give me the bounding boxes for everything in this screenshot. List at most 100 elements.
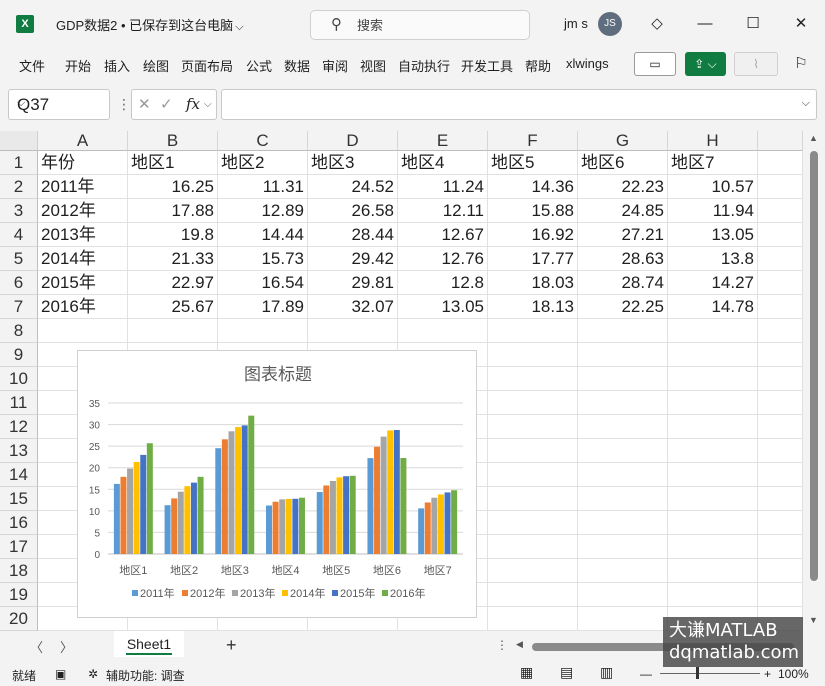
cell[interactable]: 地区7: [668, 151, 758, 175]
zoom-level[interactable]: 100%: [778, 667, 809, 681]
clustered-column-chart[interactable]: 图表标题 0 5 10 15 20 25 30 35 地区1 地区2 地区3 地区4 地区5 地区6 地区7 2…: [77, 350, 477, 618]
cell[interactable]: [488, 463, 578, 487]
row-header-4[interactable]: 4: [0, 223, 38, 247]
menu-review[interactable]: 审阅: [322, 56, 348, 75]
add-sheet-button[interactable]: +: [226, 635, 237, 656]
cell[interactable]: 12.67: [398, 223, 488, 247]
cell[interactable]: [758, 223, 803, 247]
more-options-icon[interactable]: ⋮: [117, 96, 131, 113]
cell[interactable]: 12.8: [398, 271, 488, 295]
cell[interactable]: [488, 391, 578, 415]
cell[interactable]: 25.67: [128, 295, 218, 319]
cell[interactable]: [758, 487, 803, 511]
cell[interactable]: [488, 487, 578, 511]
cell[interactable]: 2015年: [38, 271, 128, 295]
cell[interactable]: 2016年: [38, 295, 128, 319]
cell[interactable]: 28.44: [308, 223, 398, 247]
cell[interactable]: [38, 319, 128, 343]
row-header-8[interactable]: 8: [0, 319, 38, 343]
cell[interactable]: 2011年: [38, 175, 128, 199]
cell[interactable]: [488, 607, 578, 631]
zoom-out-icon[interactable]: —: [640, 667, 652, 681]
tab-options-icon[interactable]: ⋮: [496, 638, 508, 652]
formula-input[interactable]: ⌵: [221, 89, 817, 120]
row-header-16[interactable]: 16: [0, 511, 38, 535]
cell[interactable]: [398, 319, 488, 343]
cell[interactable]: [578, 583, 668, 607]
column-header-d[interactable]: D: [308, 131, 398, 151]
menu-insert[interactable]: 插入: [104, 56, 130, 75]
cell[interactable]: 2014年: [38, 247, 128, 271]
cell[interactable]: 15.73: [218, 247, 308, 271]
cell[interactable]: 17.77: [488, 247, 578, 271]
menu-help[interactable]: 帮助: [525, 56, 551, 75]
cell[interactable]: [578, 607, 668, 631]
cell[interactable]: 地区2: [218, 151, 308, 175]
vertical-scrollbar[interactable]: ▲ ▼: [803, 131, 825, 631]
avatar[interactable]: JS: [598, 12, 622, 36]
column-header-e[interactable]: E: [398, 131, 488, 151]
cell[interactable]: [758, 415, 803, 439]
cell[interactable]: [758, 319, 803, 343]
cell[interactable]: 14.44: [218, 223, 308, 247]
cell[interactable]: 18.03: [488, 271, 578, 295]
row-header-1[interactable]: 1: [0, 151, 38, 175]
cell[interactable]: [488, 559, 578, 583]
row-header-11[interactable]: 11: [0, 391, 38, 415]
cell[interactable]: [488, 511, 578, 535]
accessibility-status[interactable]: 辅助功能: 调查: [106, 667, 185, 684]
cell[interactable]: 21.33: [128, 247, 218, 271]
cell[interactable]: 地区5: [488, 151, 578, 175]
cell[interactable]: [758, 511, 803, 535]
cell[interactable]: [758, 439, 803, 463]
menu-page-layout[interactable]: 页面布局: [181, 56, 233, 75]
row-header-15[interactable]: 15: [0, 487, 38, 511]
cell[interactable]: 13.8: [668, 247, 758, 271]
cell[interactable]: [128, 319, 218, 343]
cell[interactable]: [758, 175, 803, 199]
row-header-2[interactable]: 2: [0, 175, 38, 199]
cell[interactable]: 12.11: [398, 199, 488, 223]
cell[interactable]: 26.58: [308, 199, 398, 223]
zoom-in-icon[interactable]: +: [764, 667, 771, 681]
cell[interactable]: [488, 319, 578, 343]
cell[interactable]: 年份: [38, 151, 128, 175]
cell[interactable]: 18.13: [488, 295, 578, 319]
check-icon[interactable]: ✓: [160, 95, 173, 113]
sheet-tab-sheet1[interactable]: Sheet1: [114, 631, 184, 657]
prev-sheet-icon[interactable]: 〈: [30, 637, 43, 656]
cell[interactable]: [488, 439, 578, 463]
row-header-10[interactable]: 10: [0, 367, 38, 391]
zoom-slider[interactable]: [660, 673, 760, 674]
cell[interactable]: [488, 343, 578, 367]
cell[interactable]: [668, 343, 758, 367]
cell[interactable]: 16.54: [218, 271, 308, 295]
cell[interactable]: 22.25: [578, 295, 668, 319]
menu-data[interactable]: 数据: [284, 56, 310, 75]
cell[interactable]: [578, 535, 668, 559]
name-box[interactable]: Q37 ⌵: [8, 89, 110, 120]
copilot-icon[interactable]: ⚐: [786, 50, 816, 78]
cell[interactable]: [488, 583, 578, 607]
row-header-12[interactable]: 12: [0, 415, 38, 439]
row-header-9[interactable]: 9: [0, 343, 38, 367]
cell[interactable]: 10.57: [668, 175, 758, 199]
page-break-view-icon[interactable]: ▥: [600, 664, 613, 681]
cell[interactable]: [668, 487, 758, 511]
column-header-f[interactable]: F: [488, 131, 578, 151]
menu-developer[interactable]: 开发工具: [461, 56, 513, 75]
cell[interactable]: 地区3: [308, 151, 398, 175]
cell[interactable]: [488, 535, 578, 559]
menu-automate[interactable]: 自动执行: [398, 56, 450, 75]
row-header-13[interactable]: 13: [0, 439, 38, 463]
cell[interactable]: 15.88: [488, 199, 578, 223]
cell[interactable]: [668, 583, 758, 607]
cell[interactable]: 14.78: [668, 295, 758, 319]
menu-view[interactable]: 视图: [360, 56, 386, 75]
document-title[interactable]: GDP数据2 • 已保存到这台电脑 ⌵: [56, 15, 244, 34]
cell[interactable]: [668, 391, 758, 415]
row-header-5[interactable]: 5: [0, 247, 38, 271]
cell[interactable]: [758, 343, 803, 367]
cell[interactable]: [488, 415, 578, 439]
cell[interactable]: [668, 415, 758, 439]
